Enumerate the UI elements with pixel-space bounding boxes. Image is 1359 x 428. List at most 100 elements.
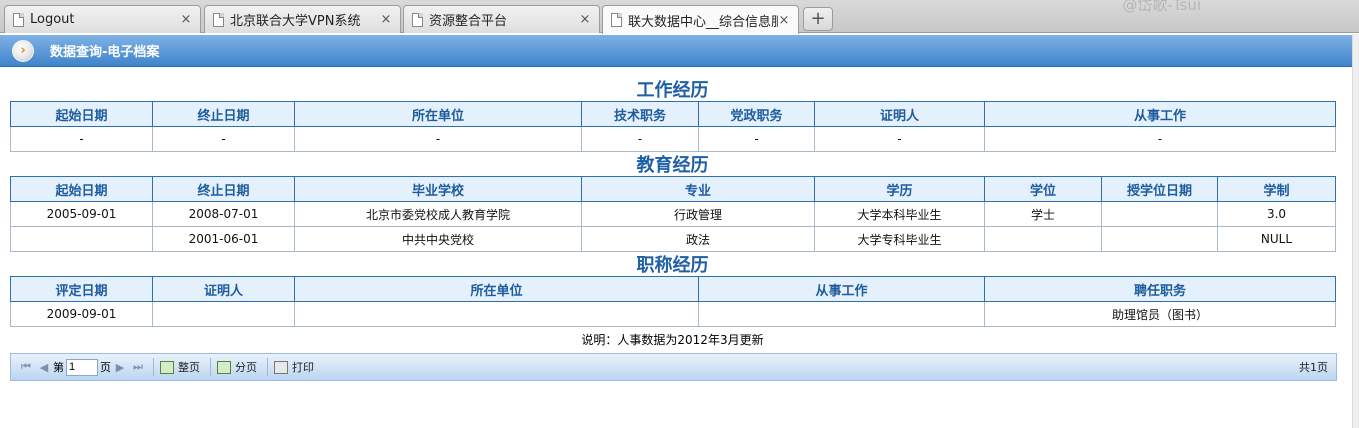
table-cell: 大学专科毕业生 bbox=[814, 226, 985, 252]
close-icon[interactable]: × bbox=[380, 12, 392, 27]
new-tab-button[interactable]: + bbox=[803, 7, 833, 31]
column-header: 从事工作 bbox=[984, 101, 1336, 127]
tab-label: 联大数据中心__综合信息服 bbox=[628, 14, 778, 30]
close-icon[interactable]: × bbox=[778, 13, 790, 28]
table-row: - - - - - - - bbox=[10, 126, 1336, 152]
table-cell: 学士 bbox=[984, 201, 1102, 227]
table-header-row: 起始日期 终止日期 所在单位 技术职务 党政职务 证明人 从事工作 bbox=[10, 101, 1336, 127]
arrow-right-icon[interactable]: › bbox=[12, 39, 34, 62]
work-table: 起始日期 终止日期 所在单位 技术职务 党政职务 证明人 从事工作 - - - … bbox=[10, 101, 1336, 152]
table-cell bbox=[984, 226, 1102, 252]
column-header: 授学位日期 bbox=[1101, 176, 1218, 202]
split-page-button[interactable]: 分页 bbox=[217, 359, 257, 375]
table-cell bbox=[1101, 226, 1218, 252]
column-header: 起始日期 bbox=[10, 176, 153, 202]
column-header: 起始日期 bbox=[10, 101, 153, 127]
printer-icon bbox=[274, 360, 288, 374]
page-icon bbox=[213, 12, 224, 27]
page-number-input[interactable] bbox=[66, 358, 98, 376]
page-header: › 数据查询-电子档案 bbox=[0, 35, 1352, 67]
table-cell: 中共中央党校 bbox=[294, 226, 582, 252]
column-header: 从事工作 bbox=[698, 276, 985, 302]
section-title-professional: 职称经历 bbox=[636, 255, 709, 276]
table-cell: 助理馆员（图书） bbox=[984, 301, 1336, 327]
column-header: 毕业学校 bbox=[294, 176, 582, 202]
watermark: @岱歌-Tsui bbox=[1122, 0, 1201, 14]
print-label: 打印 bbox=[292, 361, 314, 374]
table-cell: - bbox=[152, 126, 295, 152]
table-cell: NULL bbox=[1217, 226, 1336, 252]
table-cell bbox=[1101, 201, 1218, 227]
print-button[interactable]: 打印 bbox=[274, 359, 314, 375]
page-icon bbox=[611, 13, 622, 27]
table-row: 2001-06-01 中共中央党校 政法 大学专科毕业生 NULL bbox=[10, 226, 1336, 252]
page-suffix: 页 bbox=[100, 361, 111, 374]
column-header: 所在单位 bbox=[294, 101, 582, 127]
first-page-icon[interactable]: ⏮ bbox=[17, 360, 35, 374]
close-icon[interactable]: × bbox=[579, 12, 591, 27]
update-note: 说明：人事数据为2012年3月更新 bbox=[581, 333, 764, 347]
whole-page-label: 整页 bbox=[178, 361, 200, 374]
table-cell: 政法 bbox=[581, 226, 815, 252]
table-cell: - bbox=[814, 126, 985, 152]
tab-logout[interactable]: Logout × bbox=[4, 5, 201, 33]
table-cell bbox=[152, 301, 295, 327]
tab-label: Logout bbox=[30, 12, 75, 27]
tab-label: 北京联合大学VPN系统 bbox=[230, 14, 361, 29]
section-title-education: 教育经历 bbox=[636, 155, 709, 176]
column-header: 学历 bbox=[814, 176, 985, 202]
table-cell: - bbox=[581, 126, 699, 152]
excel-icon bbox=[160, 360, 174, 374]
table-cell: - bbox=[984, 126, 1336, 152]
table-cell: 2001-06-01 bbox=[152, 226, 295, 252]
column-header: 专业 bbox=[581, 176, 815, 202]
column-header: 学位 bbox=[984, 176, 1102, 202]
column-header: 所在单位 bbox=[294, 276, 699, 302]
column-header: 聘任职务 bbox=[984, 276, 1336, 302]
last-page-icon[interactable]: ⏭ bbox=[129, 360, 147, 374]
column-header: 技术职务 bbox=[581, 101, 699, 127]
close-icon[interactable]: × bbox=[180, 12, 192, 27]
toolbar-divider bbox=[153, 358, 154, 376]
page-prefix: 第 bbox=[53, 361, 64, 374]
whole-page-button[interactable]: 整页 bbox=[160, 359, 200, 375]
column-header: 党政职务 bbox=[698, 101, 815, 127]
column-header: 终止日期 bbox=[152, 101, 295, 127]
column-header: 学制 bbox=[1217, 176, 1336, 202]
vertical-scrollbar[interactable] bbox=[1352, 34, 1359, 428]
table-cell bbox=[698, 301, 985, 327]
total-pages: 共1页 bbox=[1299, 361, 1328, 374]
page-icon bbox=[13, 12, 24, 27]
table-cell: - bbox=[698, 126, 815, 152]
split-page-label: 分页 bbox=[235, 361, 257, 374]
pager-toolbar: ⏮ ◀ 第 页 ▶ ⏭ 整页 分页 打印 共1页 bbox=[10, 353, 1337, 381]
table-cell: 行政管理 bbox=[581, 201, 815, 227]
browser-tab-strip: Logout × 北京联合大学VPN系统 × 资源整合平台 × 联大数据中心__… bbox=[0, 0, 1359, 34]
table-cell: 2005-09-01 bbox=[10, 201, 153, 227]
table-row: 2009-09-01 助理馆员（图书） bbox=[10, 301, 1336, 327]
table-cell: 2009-09-01 bbox=[10, 301, 153, 327]
page-title: 数据查询-电子档案 bbox=[50, 45, 160, 60]
table-header-row: 评定日期 证明人 所在单位 从事工作 聘任职务 bbox=[10, 276, 1336, 302]
table-cell bbox=[10, 226, 153, 252]
table-cell: 大学本科毕业生 bbox=[814, 201, 985, 227]
education-table: 起始日期 终止日期 毕业学校 专业 学历 学位 授学位日期 学制 2005-09… bbox=[10, 176, 1336, 252]
tab-label: 资源整合平台 bbox=[429, 14, 508, 29]
table-cell: - bbox=[10, 126, 153, 152]
table-cell: 3.0 bbox=[1217, 201, 1336, 227]
prev-page-icon[interactable]: ◀ bbox=[35, 361, 53, 374]
table-row: 2005-09-01 2008-07-01 北京市委党校成人教育学院 行政管理 … bbox=[10, 201, 1336, 227]
next-page-icon[interactable]: ▶ bbox=[111, 361, 129, 374]
professional-title-table: 评定日期 证明人 所在单位 从事工作 聘任职务 2009-09-01 助理馆员（… bbox=[10, 276, 1336, 327]
excel-icon bbox=[217, 360, 231, 374]
column-header: 终止日期 bbox=[152, 176, 295, 202]
table-cell: 北京市委党校成人教育学院 bbox=[294, 201, 582, 227]
tab-vpn[interactable]: 北京联合大学VPN系统 × bbox=[204, 5, 401, 33]
tab-resource-platform[interactable]: 资源整合平台 × bbox=[403, 5, 600, 33]
tab-data-center[interactable]: 联大数据中心__综合信息服 × bbox=[602, 5, 799, 34]
column-header: 评定日期 bbox=[10, 276, 153, 302]
column-header: 证明人 bbox=[814, 101, 985, 127]
table-header-row: 起始日期 终止日期 毕业学校 专业 学历 学位 授学位日期 学制 bbox=[10, 176, 1336, 202]
table-cell: 2008-07-01 bbox=[152, 201, 295, 227]
table-cell: - bbox=[294, 126, 582, 152]
